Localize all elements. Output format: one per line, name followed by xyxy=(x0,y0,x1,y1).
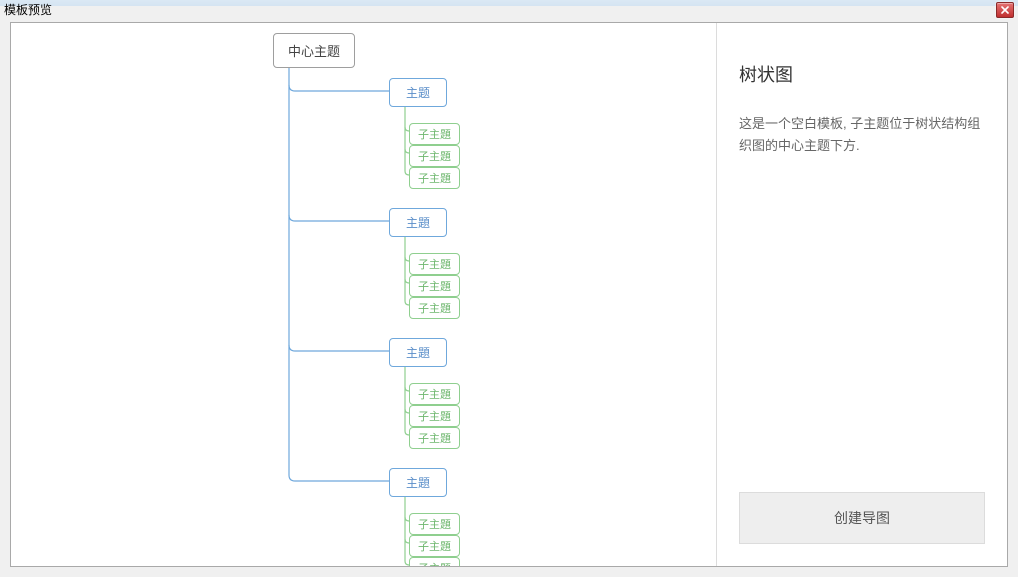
template-title: 树状图 xyxy=(739,61,985,87)
subtopic-node: 子主題 xyxy=(409,145,460,167)
subtopic-node: 子主題 xyxy=(409,123,460,145)
subtopic-node: 子主題 xyxy=(409,383,460,405)
subtopic-node: 子主題 xyxy=(409,557,460,566)
create-map-button[interactable]: 创建导图 xyxy=(739,492,985,544)
workspace: 中心主题主题子主題子主題子主題主題子主題子主題子主題主題子主題子主題子主題主題子… xyxy=(10,22,1008,567)
template-description: 这是一个空白模板, 子主题位于树状结构组织图的中心主题下方. xyxy=(739,113,985,157)
subtopic-node: 子主題 xyxy=(409,297,460,319)
mindmap-canvas: 中心主题主题子主題子主題子主題主題子主題子主題子主題主題子主題子主題子主題主題子… xyxy=(11,23,716,566)
topic-node: 主題 xyxy=(389,208,447,237)
topic-node: 主题 xyxy=(389,78,447,107)
subtopic-node: 子主題 xyxy=(409,253,460,275)
subtopic-node: 子主題 xyxy=(409,427,460,449)
central-topic-node: 中心主题 xyxy=(273,33,355,68)
preview-pane: 中心主题主题子主題子主題子主題主題子主題子主題子主題主題子主題子主題子主題主題子… xyxy=(11,23,717,566)
titlebar: 模板预览 xyxy=(0,0,1018,20)
close-button[interactable] xyxy=(996,2,1014,18)
subtopic-node: 子主題 xyxy=(409,275,460,297)
window-title: 模板预览 xyxy=(4,0,52,18)
subtopic-node: 子主題 xyxy=(409,405,460,427)
subtopic-node: 子主題 xyxy=(409,535,460,557)
subtopic-node: 子主題 xyxy=(409,513,460,535)
close-icon xyxy=(1001,6,1009,14)
topic-node: 主題 xyxy=(389,468,447,497)
info-pane: 树状图 这是一个空白模板, 子主题位于树状结构组织图的中心主题下方. 创建导图 xyxy=(717,23,1007,566)
subtopic-node: 子主題 xyxy=(409,167,460,189)
topic-node: 主題 xyxy=(389,338,447,367)
